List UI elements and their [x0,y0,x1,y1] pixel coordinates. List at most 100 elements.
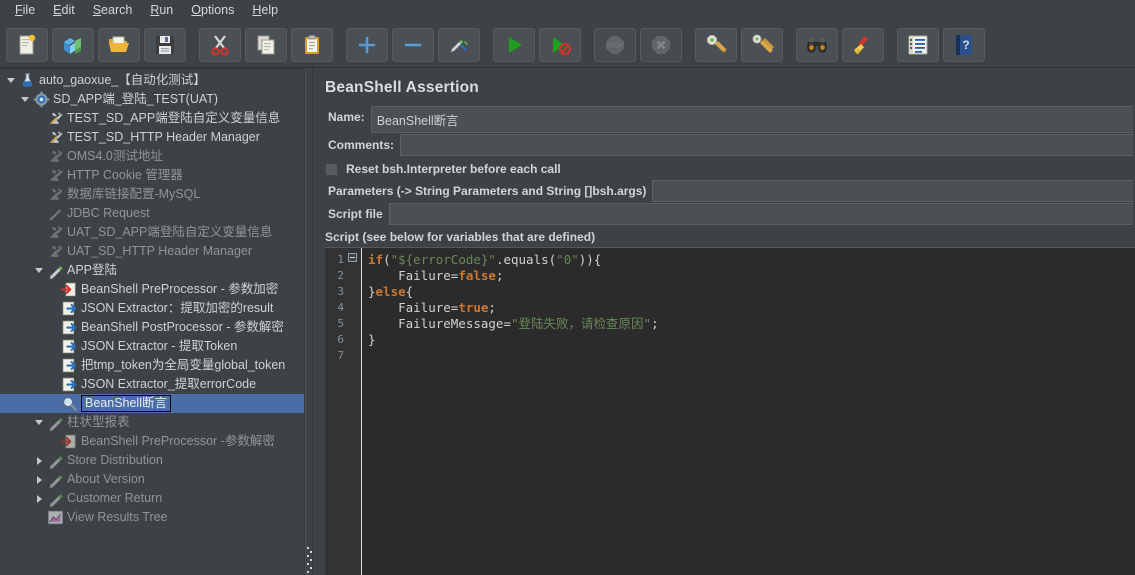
search-button[interactable] [796,27,838,62]
new-file-icon [15,33,39,57]
start-button[interactable] [493,27,535,62]
tree-node[interactable]: JSON Extractor：提取加密的result [0,299,304,318]
expand-arrow-right-icon[interactable] [32,489,46,508]
save-button[interactable] [144,27,186,62]
tree-node[interactable]: APP登陆 [0,261,304,280]
script-file-input[interactable] [388,203,1133,225]
menu-file[interactable]: File [6,1,44,20]
menu-search[interactable]: Search [84,1,142,20]
copy-icon [254,33,278,57]
test-plan-tree-panel[interactable]: auto_gaoxue_【自动化测试】 SD_APP端_登陆_TEST(UAT) T… [0,68,305,575]
toolbar-separator [886,28,895,62]
tree-node[interactable]: SD_APP端_登陆_TEST(UAT) [0,90,304,109]
stop-sign-icon: STOP [603,33,627,57]
expand-arrow-right-icon[interactable] [32,451,46,470]
tree-node[interactable]: BeanShell PostProcessor - 参数解密 [0,318,304,337]
editor-code-line: Failure=true; [368,300,1135,316]
editor-line-number: 3 [337,285,344,298]
config-tools-disabled-icon [46,186,64,204]
expand-arrow-down-icon[interactable] [4,71,18,90]
expand-arrow-down-icon[interactable] [32,261,46,280]
expand-arrow-down-icon[interactable] [18,90,32,109]
script-editor[interactable]: 1 2 3 4 5 6 7 if("${errorCode}".equals("0")){ … [325,247,1135,575]
tree-node[interactable]: TEST_SD_HTTP Header Manager [0,128,304,147]
editor-line-number: 5 [337,317,344,330]
tree-node[interactable]: Store Distribution [0,451,304,470]
function-helper-button[interactable] [897,27,939,62]
start-no-pauses-button[interactable] [539,27,581,62]
config-tools-disabled-icon [46,243,64,261]
reset-interpreter-checkbox[interactable] [325,162,338,176]
script-file-label: Script file [328,207,383,221]
name-input[interactable]: BeanShell断言 [370,106,1133,133]
tree-node[interactable]: OMS4.0测试地址 [0,147,304,166]
tree-node[interactable]: UAT_SD_APP端登陆自定义变量信息 [0,223,304,242]
open-button[interactable] [98,27,140,62]
editor-fold-column[interactable] [347,248,362,575]
code-token-pun: } [368,284,376,299]
menu-run[interactable]: Run [141,1,182,20]
expand-all-button[interactable] [346,27,388,62]
expand-arrow-down-icon[interactable] [32,413,46,432]
tree-node[interactable]: View Results Tree [0,508,304,527]
tree-node[interactable]: auto_gaoxue_【自动化测试】 [0,71,304,90]
code-token-pun: } [368,332,376,347]
clear-button[interactable] [695,27,737,62]
tree-node[interactable]: HTTP Cookie 管理器 [0,166,304,185]
tree-node[interactable]: 柱状型报表 [0,413,304,432]
menu-edit[interactable]: Edit [44,1,84,20]
tree-node[interactable]: JDBC Request [0,204,304,223]
tree-toggle-spacer [32,166,46,185]
postprocessor-blue-arrow-icon [60,357,78,375]
reset-interpreter-label: Reset bsh.Interpreter before each call [346,162,561,176]
tree-node-selected[interactable]: BeanShell断言 [0,394,304,413]
tree-node[interactable]: 把tmp_token为全局变量global_token [0,356,304,375]
postprocessor-blue-arrow-icon [60,338,78,356]
tree-node[interactable]: JSON Extractor - 提取Token [0,337,304,356]
paste-button[interactable] [291,27,333,62]
menu-help[interactable]: Help [243,1,287,20]
templates-button[interactable] [52,27,94,62]
tree-node[interactable]: 数据库链接配置-MySQL [0,185,304,204]
parameters-input[interactable] [652,180,1133,202]
editor-line-number: 7 [337,349,344,362]
test-plan-tree[interactable]: auto_gaoxue_【自动化测试】 SD_APP端_登陆_TEST(UAT) T… [0,69,304,527]
tree-node[interactable]: UAT_SD_HTTP Header Manager [0,242,304,261]
comments-label: Comments: [328,138,395,152]
tree-node[interactable]: About Version [0,470,304,489]
clear-all-button[interactable] [741,27,783,62]
reset-interpreter-row[interactable]: Reset bsh.Interpreter before each call [313,158,1135,180]
menu-options[interactable]: Options [182,1,243,20]
svg-text:STOP: STOP [607,43,623,49]
tree-toggle-spacer [32,242,46,261]
page-title: BeanShell Assertion [325,79,479,96]
tree-node-label: About Version [67,472,145,486]
code-fold-minus-icon[interactable] [348,253,357,262]
editor-line-number: 4 [337,301,344,314]
split-divider[interactable] [305,68,313,575]
tree-node[interactable]: TEST_SD_APP端登陆自定义变量信息 [0,109,304,128]
collapse-all-button[interactable] [392,27,434,62]
tree-node-label: APP登陆 [67,263,118,277]
parameters-label: Parameters (-> String Parameters and Str… [328,184,647,198]
search-reset-button[interactable] [842,27,884,62]
tree-node[interactable]: JSON Extractor_提取errorCode [0,375,304,394]
tree-node[interactable]: BeanShell PreProcessor -参数解密 [0,432,304,451]
toggle-button[interactable] [438,27,480,62]
tree-node[interactable]: Customer Return [0,489,304,508]
editor-code-area[interactable]: if("${errorCode}".equals("0")){ Failure=… [362,248,1135,575]
copy-button[interactable] [245,27,287,62]
tree-toggle-spacer [46,394,60,413]
cut-button[interactable] [199,27,241,62]
editor-code-line: } [368,332,1135,348]
code-token-pun: { [405,284,414,299]
tree-node[interactable]: BeanShell PreProcessor - 参数加密 [0,280,304,299]
new-button[interactable] [6,27,48,62]
expand-arrow-right-icon[interactable] [32,470,46,489]
split-divider-grip[interactable] [307,545,312,573]
config-tools-disabled-icon [46,167,64,185]
comments-input[interactable] [400,134,1133,156]
main-split: auto_gaoxue_【自动化测试】 SD_APP端_登陆_TEST(UAT) T… [0,68,1135,575]
tree-node-label: TEST_SD_APP端登陆自定义变量信息 [67,111,281,125]
help-button[interactable]: ? [943,27,985,62]
